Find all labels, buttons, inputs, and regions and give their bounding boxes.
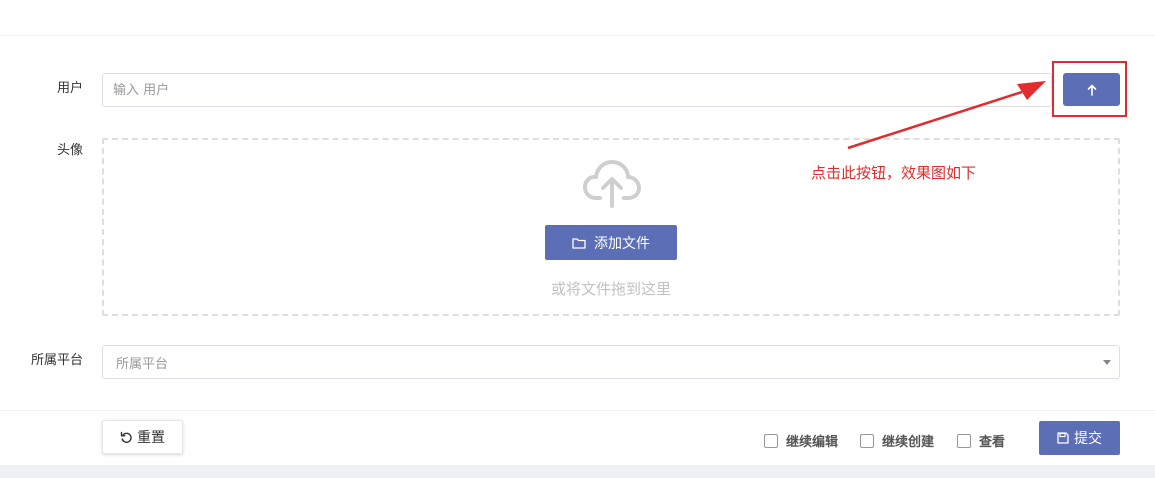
checkbox-view[interactable]: 查看 — [957, 431, 1005, 450]
checkbox-continue-create[interactable]: 继续创建 — [860, 431, 934, 450]
reset-button[interactable]: 重置 — [102, 420, 183, 454]
checkbox-box[interactable] — [764, 433, 778, 448]
user-input-container[interactable] — [102, 73, 1052, 107]
cloud-upload-icon — [583, 160, 641, 208]
checkbox-label: 查看 — [979, 435, 1006, 450]
undo-icon — [120, 431, 132, 443]
platform-select-placeholder: 所属平台 — [116, 356, 169, 372]
highlight-box — [1052, 61, 1127, 117]
annotation-text: 点击此按钮，效果图如下 — [811, 164, 977, 182]
drop-hint: 或将文件拖到这里 — [550, 280, 671, 298]
checkbox-continue-edit[interactable]: 继续编辑 — [764, 431, 838, 450]
top-divider — [0, 35, 1155, 36]
checkbox-label: 继续创建 — [882, 435, 935, 450]
platform-select[interactable]: 所属平台 — [102, 345, 1120, 379]
submit-button[interactable]: 提交 — [1039, 421, 1120, 455]
save-icon — [1057, 432, 1069, 444]
submit-label: 提交 — [1074, 431, 1102, 447]
avatar-label: 头像 — [56, 143, 83, 158]
checkbox-box[interactable] — [957, 433, 971, 448]
bottom-strip — [0, 465, 1155, 478]
folder-icon — [572, 237, 586, 249]
reset-label: 重置 — [137, 430, 165, 446]
add-file-label: 添加文件 — [594, 235, 650, 252]
add-file-button[interactable]: 添加文件 — [545, 225, 677, 260]
checkbox-label: 继续编辑 — [786, 435, 839, 450]
user-input[interactable] — [113, 82, 1051, 98]
chevron-down-icon — [1103, 360, 1111, 365]
platform-label: 所属平台 — [30, 353, 83, 368]
user-label: 用户 — [56, 81, 83, 96]
checkbox-box[interactable] — [860, 433, 874, 448]
